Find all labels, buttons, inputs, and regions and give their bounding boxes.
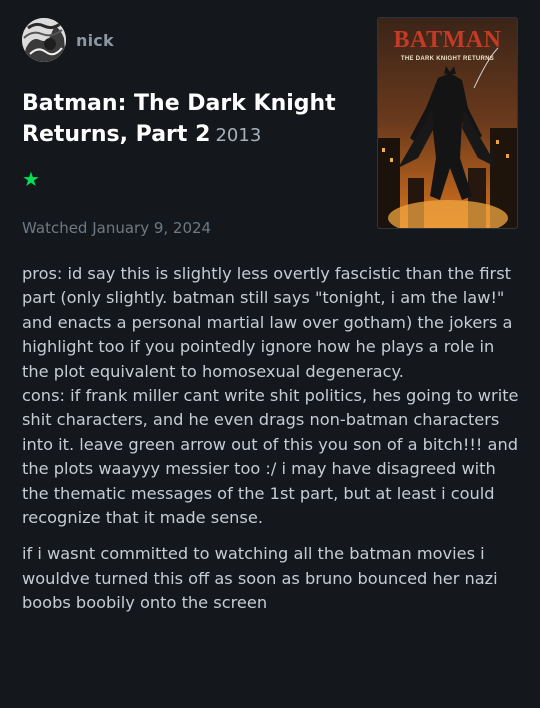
star-rating-icon: ★ <box>22 167 40 191</box>
username-link[interactable]: nick <box>76 31 114 50</box>
user-avatar[interactable] <box>22 18 66 62</box>
review-paragraph: pros: id say this is slightly less overt… <box>22 264 519 528</box>
film-title[interactable]: Batman: The Dark Knight Returns, Part 2 <box>22 91 336 147</box>
film-poster[interactable]: BATMAN THE DARK KNIGHT RETURNS <box>377 17 518 229</box>
watched-date: Watched January 9, 2024 <box>22 219 212 237</box>
poster-title: BATMAN <box>393 27 502 53</box>
film-year[interactable]: 2013 <box>215 125 261 146</box>
review-header: nick <box>22 18 114 62</box>
review-paragraph: if i wasnt committed to watching all the… <box>22 544 498 613</box>
film-title-block: Batman: The Dark Knight Returns, Part 2 … <box>22 88 362 150</box>
poster-subtitle: THE DARK KNIGHT RETURNS <box>400 56 495 62</box>
review-body: pros: id say this is slightly less overt… <box>22 262 522 616</box>
